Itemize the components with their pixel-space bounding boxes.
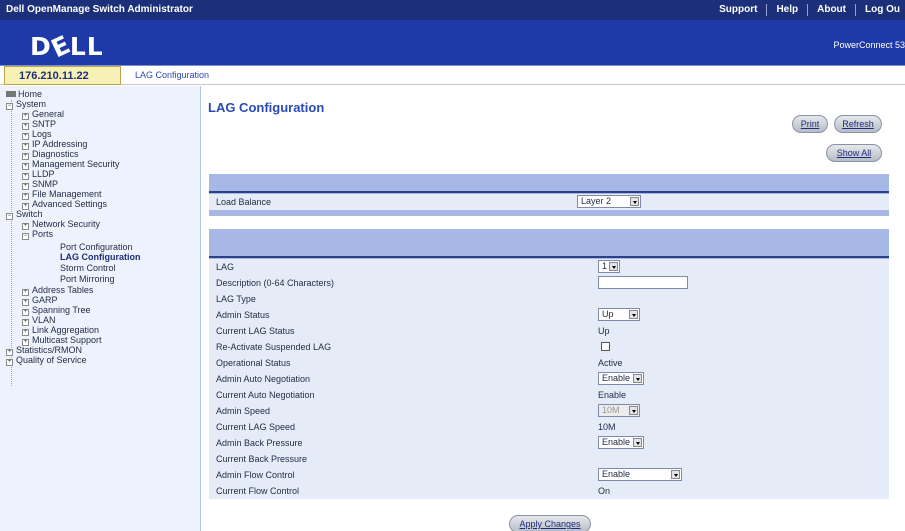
- load-balance-panel: Load Balance Layer 2: [209, 174, 889, 216]
- model-name: PowerConnect 53: [833, 40, 905, 50]
- load-balance-select[interactable]: Layer 2: [577, 195, 641, 208]
- tree-home[interactable]: Home: [6, 89, 42, 99]
- reactivate-checkbox[interactable]: [601, 342, 610, 351]
- current-flow-control-value: On: [598, 486, 611, 496]
- load-balance-label: Load Balance: [216, 197, 272, 207]
- address-bar: 176.210.11.22 LAG Configuration: [0, 65, 905, 85]
- chevron-down-icon: [630, 197, 639, 206]
- tree-item-ports[interactable]: − Ports: [22, 229, 53, 240]
- current-lag-speed-value: 10M: [598, 422, 616, 432]
- admin-status-select[interactable]: Up: [598, 308, 640, 321]
- device-ip: 176.210.11.22: [4, 66, 121, 85]
- description-input[interactable]: [598, 276, 688, 289]
- lag-settings-panel: LAG 1 Description (0-64 Characters) LAG …: [209, 229, 889, 499]
- logout-link[interactable]: Log Ou: [855, 4, 905, 16]
- support-link[interactable]: Support: [710, 4, 766, 16]
- operational-status-value: Active: [598, 358, 623, 368]
- admin-back-pressure-select[interactable]: Enable: [598, 436, 644, 449]
- expand-icon[interactable]: +: [6, 359, 13, 366]
- admin-flow-control-select[interactable]: Enable: [598, 468, 682, 481]
- lag-type-label: LAG Type: [216, 294, 256, 304]
- admin-speed-select: 10M: [598, 404, 640, 417]
- current-back-pressure-label: Current Back Pressure: [216, 454, 308, 464]
- current-flow-control-label: Current Flow Control: [216, 486, 300, 496]
- current-auto-negotiation-label: Current Auto Negotiation: [216, 390, 315, 400]
- chevron-down-icon: [633, 374, 642, 383]
- description-label: Description (0-64 Characters): [216, 278, 335, 288]
- lag-select[interactable]: 1: [598, 260, 620, 273]
- collapse-icon[interactable]: −: [6, 103, 13, 110]
- page-title: LAG Configuration: [208, 100, 325, 115]
- top-nav: Support Help About Log Ou: [710, 0, 905, 20]
- admin-speed-label: Admin Speed: [216, 406, 271, 416]
- reactivate-label: Re-Activate Suspended LAG: [216, 342, 332, 352]
- breadcrumb[interactable]: LAG Configuration: [135, 70, 209, 80]
- content-area: LAG Configuration Print Refresh Show All…: [202, 86, 905, 531]
- app-title: Dell OpenManage Switch Administrator: [6, 4, 193, 15]
- chevron-down-icon: [609, 262, 618, 271]
- chevron-down-icon: [629, 310, 638, 319]
- chevron-down-icon: [629, 406, 638, 415]
- top-bar: Dell OpenManage Switch Administrator Sup…: [0, 0, 905, 20]
- dell-logo: DELL: [30, 29, 104, 64]
- help-link[interactable]: Help: [766, 4, 807, 16]
- operational-status-label: Operational Status: [216, 358, 291, 368]
- show-all-button[interactable]: Show All: [826, 144, 882, 162]
- print-button[interactable]: Print: [792, 115, 828, 133]
- about-link[interactable]: About: [807, 4, 855, 16]
- admin-back-pressure-label: Admin Back Pressure: [216, 438, 303, 448]
- admin-auto-negotiation-select[interactable]: Enable: [598, 372, 644, 385]
- chevron-down-icon: [671, 470, 680, 479]
- tree-item-lag-configuration[interactable]: LAG Configuration: [60, 252, 141, 262]
- refresh-button[interactable]: Refresh: [834, 115, 882, 133]
- admin-auto-negotiation-label: Admin Auto Negotiation: [216, 374, 311, 384]
- current-lag-status-value: Up: [598, 326, 610, 336]
- tree-item-port-configuration[interactable]: Port Configuration: [60, 242, 133, 252]
- admin-status-label: Admin Status: [216, 310, 270, 320]
- banner: DELL PowerConnect 53: [0, 20, 905, 65]
- current-lag-status-label: Current LAG Status: [216, 326, 295, 336]
- current-auto-negotiation-value: Enable: [598, 390, 627, 400]
- tree-quality-of-service[interactable]: + Quality of Service: [6, 355, 87, 366]
- lag-label: LAG: [216, 262, 235, 272]
- collapse-icon[interactable]: −: [22, 233, 29, 240]
- admin-flow-control-label: Admin Flow Control: [216, 470, 295, 480]
- tree-item-port-mirroring[interactable]: Port Mirroring: [60, 274, 115, 284]
- current-lag-speed-label: Current LAG Speed: [216, 422, 296, 432]
- collapse-icon[interactable]: −: [6, 213, 13, 220]
- sidebar-tree: Home − System + General + SNTP + Logs + IP Ad…: [0, 86, 201, 531]
- apply-changes-button[interactable]: Apply Changes: [509, 515, 591, 531]
- tree-item-storm-control[interactable]: Storm Control: [60, 263, 116, 273]
- chevron-down-icon: [633, 438, 642, 447]
- home-icon: [6, 91, 16, 97]
